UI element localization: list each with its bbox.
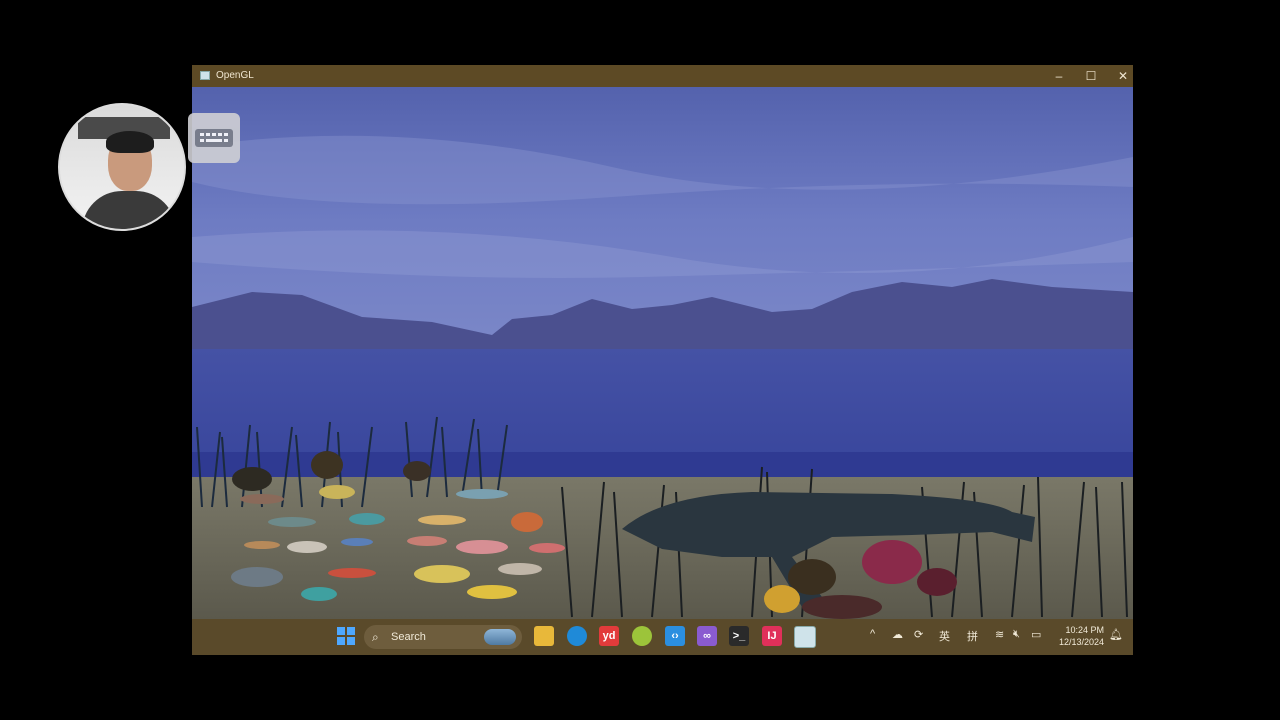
window-title: OpenGL <box>216 70 254 81</box>
green-app-icon[interactable] <box>632 626 652 646</box>
webcam-person-hair <box>106 131 154 153</box>
search-label: Search <box>391 631 426 643</box>
opengl-window-icon[interactable] <box>794 626 816 648</box>
visual-studio-icon[interactable]: ∞ <box>697 626 717 646</box>
sync-icon[interactable]: ⟳ <box>914 628 923 641</box>
close-button[interactable]: ✕ <box>1111 68 1135 84</box>
window-titlebar[interactable]: OpenGL – ☐ ✕ <box>192 65 1133 87</box>
maximize-button[interactable]: ☐ <box>1079 68 1103 84</box>
minimize-button[interactable]: – <box>1047 68 1071 84</box>
volume-muted-icon[interactable]: 🔇︎ <box>1013 628 1020 641</box>
underwater-scene <box>192 87 1133 619</box>
jetbrains-icon[interactable]: IJ <box>762 626 782 646</box>
lake <box>192 349 1133 457</box>
vscode-icon[interactable]: ‹› <box>665 626 685 646</box>
clock-time: 10:24 PM <box>1065 625 1104 635</box>
screen-frame: OpenGL – ☐ ✕ ⌕ Search yd ‹› ∞ >_ IJ ^ ☁ … <box>0 0 1280 720</box>
windows-start-icon[interactable] <box>336 626 356 646</box>
opengl-app-icon <box>200 71 210 80</box>
edge-browser-icon[interactable] <box>567 626 587 646</box>
search-highlight-image <box>484 629 516 645</box>
file-explorer-icon[interactable] <box>534 626 554 646</box>
opengl-render-viewport[interactable] <box>192 87 1133 619</box>
webcam-feed <box>58 103 186 231</box>
windows-taskbar: ⌕ Search yd ‹› ∞ >_ IJ ^ ☁ ⟳ 英 拼 ≋ 🔇︎ ▭ … <box>192 619 1133 655</box>
wifi-icon[interactable]: ≋ <box>995 628 1004 641</box>
clock-date: 12/13/2024 <box>1058 637 1104 647</box>
onedrive-cloud-icon[interactable]: ☁ <box>892 628 903 641</box>
taskbar-search-box[interactable]: ⌕ Search <box>364 625 522 649</box>
terminal-icon[interactable]: >_ <box>729 626 749 646</box>
battery-icon[interactable]: ▭ <box>1031 628 1041 641</box>
opengl-window[interactable]: OpenGL – ☐ ✕ ⌕ Search yd ‹› ∞ >_ IJ ^ ☁ … <box>192 65 1133 655</box>
ime-language-indicator[interactable]: 英 <box>939 628 950 644</box>
ime-mode-indicator[interactable]: 拼 <box>967 628 978 644</box>
search-icon: ⌕ <box>372 630 379 644</box>
tray-overflow-chevron-icon[interactable]: ^ <box>870 628 875 640</box>
notification-bell-icon[interactable]: 🔔︎ <box>1109 628 1123 641</box>
keyboard-overlay-button[interactable] <box>188 113 240 163</box>
keyboard-icon <box>195 129 233 147</box>
taskbar-clock[interactable]: 10:24 PM 12/13/2024 <box>1054 624 1104 648</box>
youdao-dictionary-icon[interactable]: yd <box>599 626 619 646</box>
